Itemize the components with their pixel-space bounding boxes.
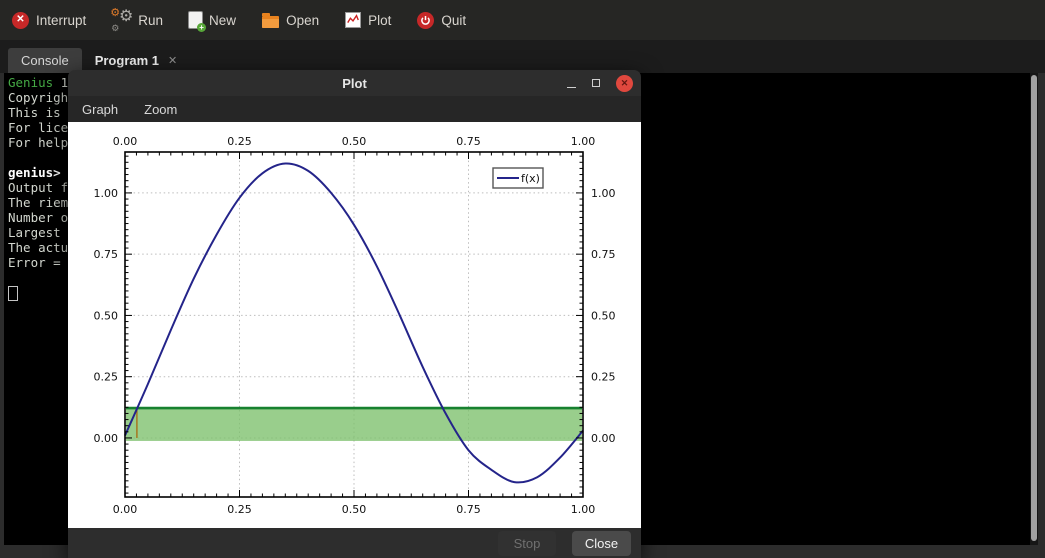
console-line: This is [8,105,69,120]
console-line: genius> [8,165,61,180]
quit-button[interactable]: Quit [417,11,467,29]
console-scrollbar[interactable] [1030,73,1038,545]
quit-label: Quit [441,12,467,28]
new-button[interactable]: + New [189,12,237,32]
plot-window-title: Plot [342,75,367,91]
tab-console-label: Console [21,53,69,68]
x-tick-label-bottom: 0.75 [456,503,481,516]
y-tick-label-right: 1.00 [591,187,616,200]
new-label: New [209,12,237,28]
console-line: The actu [8,240,69,255]
scrollbar-thumb[interactable] [1031,75,1037,541]
run-gears-icon: ⚙ ⚙ ⚙ [110,7,134,33]
terminal-cursor [8,286,18,301]
y-tick-label-left: 0.00 [94,432,119,445]
console-line [8,285,68,301]
menu-zoom[interactable]: Zoom [144,102,177,117]
x-tick-label-top: 0.75 [456,135,481,148]
interrupt-icon: ✕ [12,11,29,29]
interrupt-label: Interrupt [36,12,87,28]
plot-chart-icon [345,12,362,28]
right-margin [1038,73,1045,558]
plot-canvas-area[interactable]: 0.00 0.00 0.25 0.25 0.50 0.50 0.75 0.75 1.00 1.00… [68,122,641,528]
y-tick-label-left: 0.75 [94,248,119,261]
y-tick-label-right: 0.50 [591,309,616,322]
legend-label: f(x) [521,172,540,185]
tab-close-icon[interactable]: ✕ [168,54,177,67]
genius-app-window: ✕ Interrupt ⚙ ⚙ ⚙ Run + New Open Plot Qu… [0,0,1045,558]
y-tick-label-right: 0.25 [591,371,616,384]
console-line: For help [8,135,69,150]
plot-canvas[interactable]: 0.00 0.00 0.25 0.25 0.50 0.50 0.75 0.75 1.00 1.00… [68,122,641,528]
open-folder-icon [262,12,280,28]
y-tick-label-left: 0.50 [94,309,119,322]
new-document-icon: + [189,12,207,32]
close-button[interactable]: Close [572,531,631,556]
x-tick-label-bottom: 1.00 [571,503,596,516]
console-output: Genius 1 Copyrigh This is For lice For help… [8,75,69,301]
console-line: Output f [8,180,69,195]
close-window-icon[interactable]: ✕ [616,74,633,92]
quit-power-icon [417,11,435,29]
y-tick-label-left: 0.25 [94,371,119,384]
y-tick-label-right: 0.00 [591,432,616,445]
console-line: The riem [8,195,69,210]
x-tick-label-bottom: 0.00 [113,503,138,516]
open-label: Open [286,12,320,28]
tab-console[interactable]: Console [8,48,82,73]
x-tick-label-bottom: 0.25 [227,503,252,516]
plot-action-bar: Stop Close [68,528,641,558]
plot-button[interactable]: Plot [345,12,391,28]
run-label: Run [138,12,164,28]
x-tick-label-top: 0.50 [342,135,367,148]
console-line: For lice [8,120,69,135]
console-line: Copyrigh [8,90,69,105]
open-button[interactable]: Open [262,12,320,28]
main-toolbar: ✕ Interrupt ⚙ ⚙ ⚙ Run + New Open Plot Qu… [0,0,1045,40]
plot-menubar: Graph Zoom [68,96,641,122]
run-button[interactable]: ⚙ ⚙ ⚙ Run [110,7,164,33]
stop-button[interactable]: Stop [498,531,556,556]
tab-program-1-label: Program 1 [94,53,160,68]
x-tick-label-bottom: 0.50 [342,503,367,516]
console-line: Number o [8,210,69,225]
y-tick-label-left: 1.00 [94,187,119,200]
tab-bar: Console Program 1 ✕ [0,40,1045,73]
y-tick-label-right: 0.75 [591,248,616,261]
x-tick-label-top: 0.00 [113,135,138,148]
x-tick-label-top: 1.00 [571,135,596,148]
menu-graph[interactable]: Graph [82,102,118,117]
plot-dialog: Plot ✕ Graph Zoom 0.00 0.00 0.25 0.25 0.50 0.… [68,70,641,558]
x-tick-label-top: 0.25 [227,135,252,148]
maximize-icon[interactable] [592,79,600,87]
console-line: Error = [8,255,61,270]
plot-label: Plot [368,12,392,28]
window-controls: ✕ [567,70,633,96]
minimize-icon[interactable] [567,79,576,88]
plot-titlebar[interactable]: Plot ✕ [68,70,641,96]
console-line: Largest [8,225,61,240]
interrupt-button[interactable]: ✕ Interrupt [12,11,87,29]
console-line: Genius 1 [8,75,69,90]
integral-band [126,408,582,441]
